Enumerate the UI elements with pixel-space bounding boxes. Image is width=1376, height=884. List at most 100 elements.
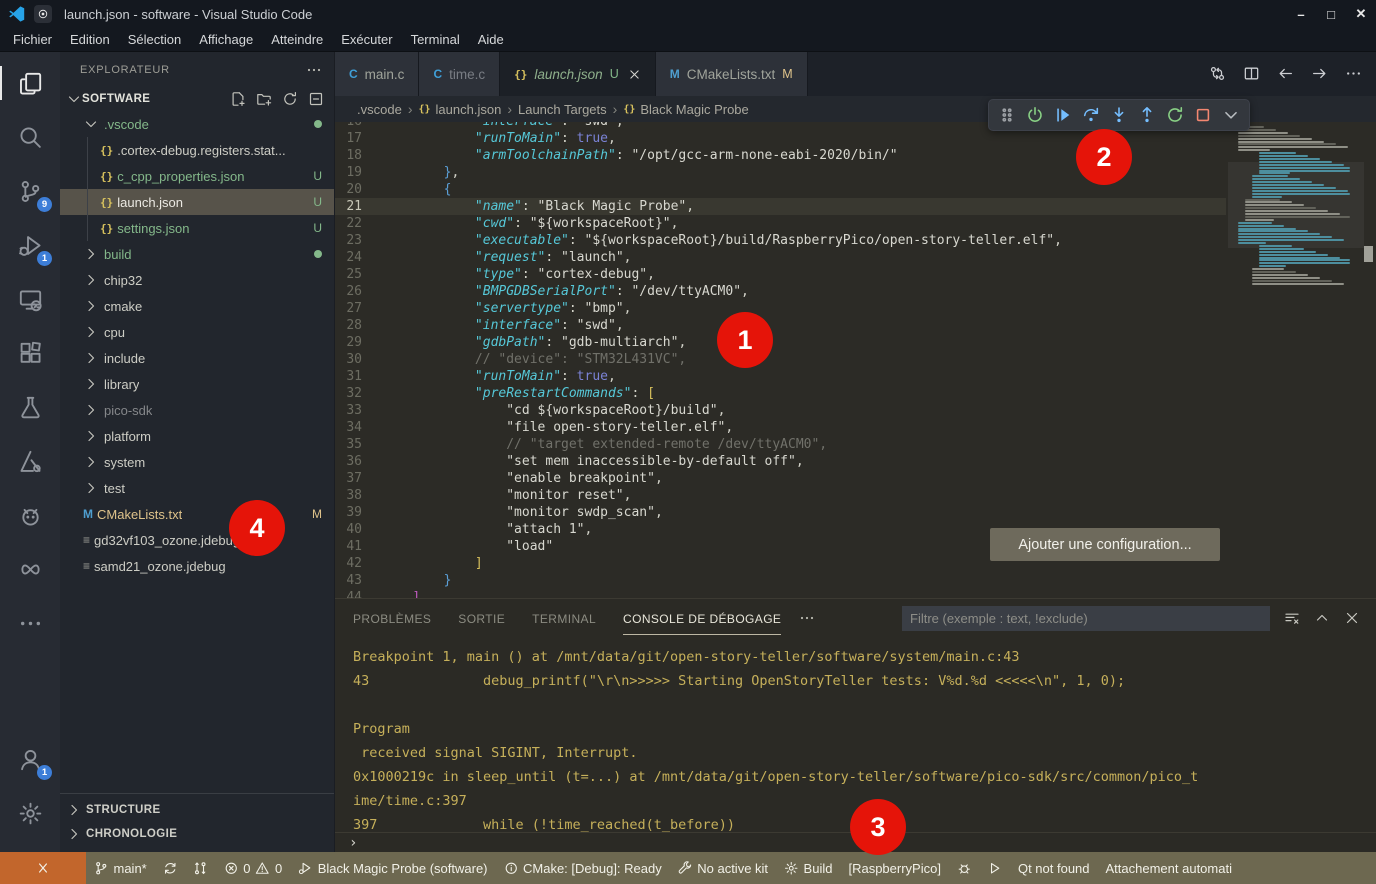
activity-platformio[interactable] xyxy=(0,488,60,542)
minimap[interactable] xyxy=(1232,122,1360,598)
filter-lines-icon[interactable] xyxy=(1284,609,1300,627)
maximize-button[interactable]: □ xyxy=(1316,0,1346,28)
tree-item--vscode[interactable]: .vscode xyxy=(60,111,334,137)
status-debug-target[interactable]: Black Magic Probe (software) xyxy=(290,852,495,884)
activity-accounts[interactable]: 1 xyxy=(0,732,60,786)
power-button[interactable] xyxy=(1021,101,1049,129)
tree-item-test[interactable]: test xyxy=(60,475,334,501)
menu-fichier[interactable]: Fichier xyxy=(4,30,61,49)
panel-more-icon[interactable] xyxy=(799,610,815,626)
activity-explorer[interactable] xyxy=(0,56,60,110)
close-button[interactable]: ✕ xyxy=(1346,0,1376,28)
tree-item-launch-json[interactable]: {}launch.jsonU xyxy=(60,189,334,215)
add-configuration-button[interactable]: Ajouter une configuration... xyxy=(990,528,1220,561)
panel-tab-sortie[interactable]: SORTIE xyxy=(458,602,505,635)
section-chronologie[interactable]: CHRONOLOGIE xyxy=(60,822,334,846)
activity-settings[interactable] xyxy=(0,786,60,840)
step-into-button[interactable] xyxy=(1105,101,1133,129)
panel-tab-console-de-d-bogage[interactable]: CONSOLE DE DÉBOGAGE xyxy=(623,602,781,635)
close-icon[interactable] xyxy=(1344,609,1360,627)
code-editor[interactable]: 16 "interface": "swd",17 "runToMain": tr… xyxy=(335,122,1376,598)
stop-button[interactable] xyxy=(1189,101,1217,129)
menu-edition[interactable]: Edition xyxy=(61,30,119,49)
minimize-button[interactable]: – xyxy=(1286,0,1316,28)
status-active-kit[interactable]: No active kit xyxy=(670,852,776,884)
status-sync-changes[interactable] xyxy=(155,852,186,884)
activity-more[interactable] xyxy=(0,596,60,650)
collapse-all-icon[interactable] xyxy=(308,91,324,107)
breadcrumb-item[interactable]: .vscode xyxy=(357,102,402,117)
tree-item-c-cpp-properties-json[interactable]: {}c_cpp_properties.jsonU xyxy=(60,163,334,189)
step-over-button[interactable] xyxy=(1077,101,1105,129)
open-changes-icon[interactable] xyxy=(1209,65,1226,83)
tree-item-samd21-ozone-jdebug[interactable]: ≡samd21_ozone.jdebug xyxy=(60,553,334,579)
restart-button[interactable] xyxy=(1161,101,1189,129)
new-file-icon[interactable] xyxy=(230,91,246,107)
status-auto-attach[interactable]: Attachement automati xyxy=(1098,852,1240,884)
activity-source-control[interactable]: 9 xyxy=(0,164,60,218)
new-folder-icon[interactable] xyxy=(256,91,272,107)
tree-item-include[interactable]: include xyxy=(60,345,334,371)
tree-item-system[interactable]: system xyxy=(60,449,334,475)
tab-time-c[interactable]: Ctime.c xyxy=(419,52,500,96)
tree-item-pico-sdk[interactable]: pico-sdk xyxy=(60,397,334,423)
breadcrumb-item[interactable]: Launch Targets xyxy=(518,102,607,117)
status-git-branch[interactable]: main* xyxy=(86,852,155,884)
tab-cmakelists-txt[interactable]: MCMakeLists.txtM xyxy=(656,52,808,96)
toolbar-chevron[interactable] xyxy=(1217,101,1245,129)
tree-item-settings-json[interactable]: {}settings.jsonU xyxy=(60,215,334,241)
explorer-more-icon[interactable] xyxy=(306,62,322,78)
menu-atteindre[interactable]: Atteindre xyxy=(262,30,332,49)
tree-item-platform[interactable]: platform xyxy=(60,423,334,449)
debug-filter-input[interactable] xyxy=(902,606,1270,631)
status-remote-indicator[interactable] xyxy=(0,852,86,884)
breadcrumb-item[interactable]: {}Black Magic Probe xyxy=(623,102,748,117)
tree-item-cpu[interactable]: cpu xyxy=(60,319,334,345)
tab-launch-json[interactable]: {}launch.jsonU xyxy=(500,52,656,96)
status-build-button[interactable]: Build xyxy=(776,852,840,884)
editor-scrollbar[interactable] xyxy=(1364,122,1373,598)
tab-main-c[interactable]: Cmain.c xyxy=(335,52,419,96)
status-launch-button[interactable] xyxy=(979,852,1010,884)
status-qt-status[interactable]: Qt not found xyxy=(1010,852,1098,884)
split-editor-icon[interactable] xyxy=(1243,65,1260,83)
status-problems[interactable]: 00 xyxy=(216,852,290,884)
status-compare-changes[interactable] xyxy=(185,852,216,884)
activity-vs-extension[interactable] xyxy=(0,542,60,596)
activity-remote-explorer[interactable] xyxy=(0,272,60,326)
tree-item-build[interactable]: build xyxy=(60,241,334,267)
drag-handle[interactable] xyxy=(993,101,1021,129)
continue-button[interactable] xyxy=(1049,101,1077,129)
activity-search[interactable] xyxy=(0,110,60,164)
menu-terminal[interactable]: Terminal xyxy=(402,30,469,49)
activity-cmake[interactable] xyxy=(0,434,60,488)
tree-item--cortex-debug-registers-stat-[interactable]: {}.cortex-debug.registers.stat... xyxy=(60,137,334,163)
tree-item-cmakelists-txt[interactable]: MCMakeLists.txtM xyxy=(60,501,334,527)
panel-tab-probl-mes[interactable]: PROBLÈMES xyxy=(353,602,431,635)
breadcrumb-item[interactable]: {}launch.json xyxy=(418,102,501,117)
close-tab-button[interactable] xyxy=(628,67,641,82)
back-icon[interactable] xyxy=(1277,65,1294,83)
activity-extensions[interactable] xyxy=(0,326,60,380)
activity-testing[interactable] xyxy=(0,380,60,434)
panel-tab-terminal[interactable]: TERMINAL xyxy=(532,602,596,635)
tree-item-gd32vf103-ozone-jdebug[interactable]: ≡gd32vf103_ozone.jdebug xyxy=(60,527,334,553)
step-out-button[interactable] xyxy=(1133,101,1161,129)
ellipsis-icon[interactable] xyxy=(1345,65,1362,83)
chevron-up-icon[interactable] xyxy=(1314,609,1330,627)
menu-aide[interactable]: Aide xyxy=(469,30,513,49)
status-build-target[interactable]: [RaspberryPico] xyxy=(840,852,948,884)
status-debug-button[interactable] xyxy=(949,852,980,884)
menu-affichage[interactable]: Affichage xyxy=(190,30,262,49)
menu-sélection[interactable]: Sélection xyxy=(119,30,190,49)
workspace-section-header[interactable]: SOFTWARE xyxy=(60,87,334,111)
tree-item-cmake[interactable]: cmake xyxy=(60,293,334,319)
forward-icon[interactable] xyxy=(1311,65,1328,83)
menu-exécuter[interactable]: Exécuter xyxy=(332,30,401,49)
refresh-icon[interactable] xyxy=(282,91,298,107)
section-structure[interactable]: STRUCTURE xyxy=(60,798,334,822)
status-cmake-status[interactable]: CMake: [Debug]: Ready xyxy=(496,852,670,884)
tree-item-library[interactable]: library xyxy=(60,371,334,397)
activity-run-and-debug[interactable]: 1 xyxy=(0,218,60,272)
tree-item-chip32[interactable]: chip32 xyxy=(60,267,334,293)
